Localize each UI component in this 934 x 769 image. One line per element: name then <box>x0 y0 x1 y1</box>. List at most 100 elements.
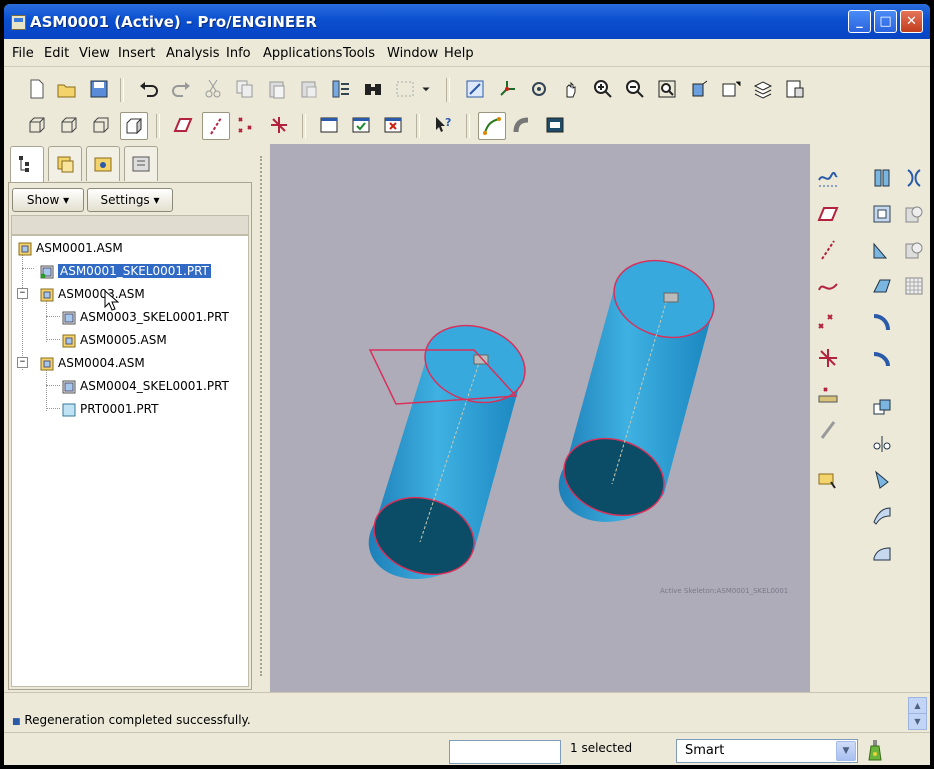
tree-node[interactable]: ASM0004.ASM <box>40 353 145 373</box>
datum-axes-icon[interactable] <box>202 112 230 140</box>
hole-icon[interactable] <box>900 236 928 264</box>
solidify-icon[interactable] <box>868 538 896 566</box>
draft-icon[interactable] <box>900 200 928 228</box>
orient-mode-icon[interactable] <box>526 76 552 102</box>
refit-icon[interactable] <box>654 76 680 102</box>
title-bar[interactable]: ASM0001 (Active) - Pro/ENGINEER _ □ ✕ <box>4 4 930 39</box>
select-box-icon[interactable] <box>392 76 418 102</box>
placement-icon[interactable] <box>814 416 842 444</box>
shell-icon[interactable] <box>868 200 896 228</box>
paste-special-icon[interactable] <box>296 76 322 102</box>
model-tree-toggle-icon[interactable] <box>542 112 568 138</box>
zoom-in-icon[interactable] <box>590 76 616 102</box>
new-icon[interactable] <box>24 76 50 102</box>
datum-points-icon[interactable] <box>234 112 260 138</box>
sketch-icon[interactable] <box>478 112 506 140</box>
extrude-icon[interactable] <box>868 164 896 192</box>
tree-node[interactable]: ASM0004_SKEL0001.PRT <box>62 376 229 396</box>
analysis-feature-icon[interactable] <box>814 380 842 408</box>
view-manager-icon[interactable] <box>782 76 808 102</box>
spin-center-icon[interactable] <box>494 76 520 102</box>
connections-tab-icon[interactable] <box>124 146 158 181</box>
regeneration-status-icon[interactable] <box>868 739 882 763</box>
copy-feature-icon[interactable] <box>868 344 896 372</box>
round-icon[interactable] <box>868 272 896 300</box>
message-scroll-up[interactable]: ▲ <box>908 697 927 714</box>
csys-icon[interactable] <box>814 344 842 372</box>
activate-window-icon[interactable] <box>348 112 374 138</box>
regenerate-icon[interactable] <box>328 76 354 102</box>
no-hidden-icon[interactable] <box>88 112 114 138</box>
tree-node[interactable]: ASM0003_SKEL0001.PRT <box>62 307 229 327</box>
redo-icon[interactable] <box>168 76 194 102</box>
show-button[interactable]: Show ▾ <box>12 188 84 212</box>
mirror-icon[interactable] <box>868 394 896 422</box>
reorient-icon[interactable] <box>686 76 712 102</box>
tree-node[interactable]: ASM0003.ASM <box>40 284 145 304</box>
undo-icon[interactable] <box>136 76 162 102</box>
datum-point-icon[interactable] <box>814 308 842 336</box>
menu-tools[interactable]: Tools <box>343 46 375 61</box>
message-scroll-down[interactable]: ▼ <box>908 713 927 730</box>
repaint-icon[interactable] <box>462 76 488 102</box>
close-window-icon[interactable] <box>380 112 406 138</box>
merge-icon[interactable] <box>868 430 896 458</box>
zoom-out-icon[interactable] <box>622 76 648 102</box>
tree-expander[interactable]: − <box>17 288 28 299</box>
offset-icon[interactable] <box>868 502 896 530</box>
revolve-icon[interactable] <box>900 164 928 192</box>
pan-icon[interactable] <box>558 76 584 102</box>
placement-folder-icon[interactable] <box>814 466 842 494</box>
trim-icon[interactable] <box>868 466 896 494</box>
rib-icon[interactable] <box>868 236 896 264</box>
model-tree-tab-icon[interactable] <box>10 146 44 183</box>
pipe-icon[interactable] <box>510 112 536 138</box>
datum-planes-icon[interactable] <box>170 112 196 138</box>
close-button[interactable]: ✕ <box>900 10 923 33</box>
datum-plane-icon[interactable] <box>814 200 842 228</box>
minimize-button[interactable]: _ <box>848 10 871 33</box>
graphics-window[interactable]: Active Skeleton:ASM0001_SKEL0001 <box>270 144 810 692</box>
shading-icon[interactable] <box>120 112 148 140</box>
tree-node[interactable]: ASM0001_SKEL0001.PRT <box>40 261 212 281</box>
copy-icon[interactable] <box>232 76 258 102</box>
tree-filter-bar[interactable] <box>11 215 249 235</box>
maximize-button[interactable]: □ <box>874 10 897 33</box>
pattern-icon[interactable] <box>900 272 928 300</box>
selection-filter-dropdown[interactable]: Smart ▼ <box>676 739 858 763</box>
paste-icon[interactable] <box>264 76 290 102</box>
menu-file[interactable]: File <box>12 46 34 61</box>
curve-icon[interactable] <box>814 272 842 300</box>
chamfer-icon[interactable] <box>868 308 896 336</box>
panel-splitter[interactable] <box>256 146 270 692</box>
menu-view[interactable]: View <box>79 46 110 61</box>
folder-browser-tab-icon[interactable] <box>48 146 82 181</box>
tree-node[interactable]: PRT0001.PRT <box>62 399 158 419</box>
dropdown-icon[interactable] <box>418 76 434 102</box>
window-icon[interactable] <box>316 112 342 138</box>
context-help-icon[interactable]: ? <box>430 112 456 138</box>
find-icon[interactable] <box>360 76 386 102</box>
cut-icon[interactable] <box>200 76 226 102</box>
menu-info[interactable]: Info <box>226 46 251 61</box>
cylinder-part-right[interactable] <box>554 249 723 528</box>
datum-axis-icon[interactable] <box>814 236 842 264</box>
tree-node[interactable]: ASM0001.ASM <box>18 238 123 258</box>
sketched-curve-icon[interactable] <box>814 164 842 192</box>
menu-applications[interactable]: Applications <box>263 46 342 61</box>
menu-analysis[interactable]: Analysis <box>166 46 220 61</box>
menu-insert[interactable]: Insert <box>118 46 155 61</box>
menu-help[interactable]: Help <box>444 46 474 61</box>
hidden-line-icon[interactable] <box>56 112 82 138</box>
tree-expander[interactable]: − <box>17 357 28 368</box>
wireframe-icon[interactable] <box>24 112 50 138</box>
save-icon[interactable] <box>86 76 112 102</box>
cylinder-part-left[interactable] <box>364 314 534 587</box>
layers-icon[interactable] <box>750 76 776 102</box>
menu-window[interactable]: Window <box>387 46 438 61</box>
command-input[interactable] <box>449 740 561 764</box>
open-icon[interactable] <box>54 76 80 102</box>
saved-views-icon[interactable] <box>718 76 744 102</box>
settings-button[interactable]: Settings ▾ <box>87 188 173 212</box>
tree-node[interactable]: ASM0005.ASM <box>62 330 167 350</box>
